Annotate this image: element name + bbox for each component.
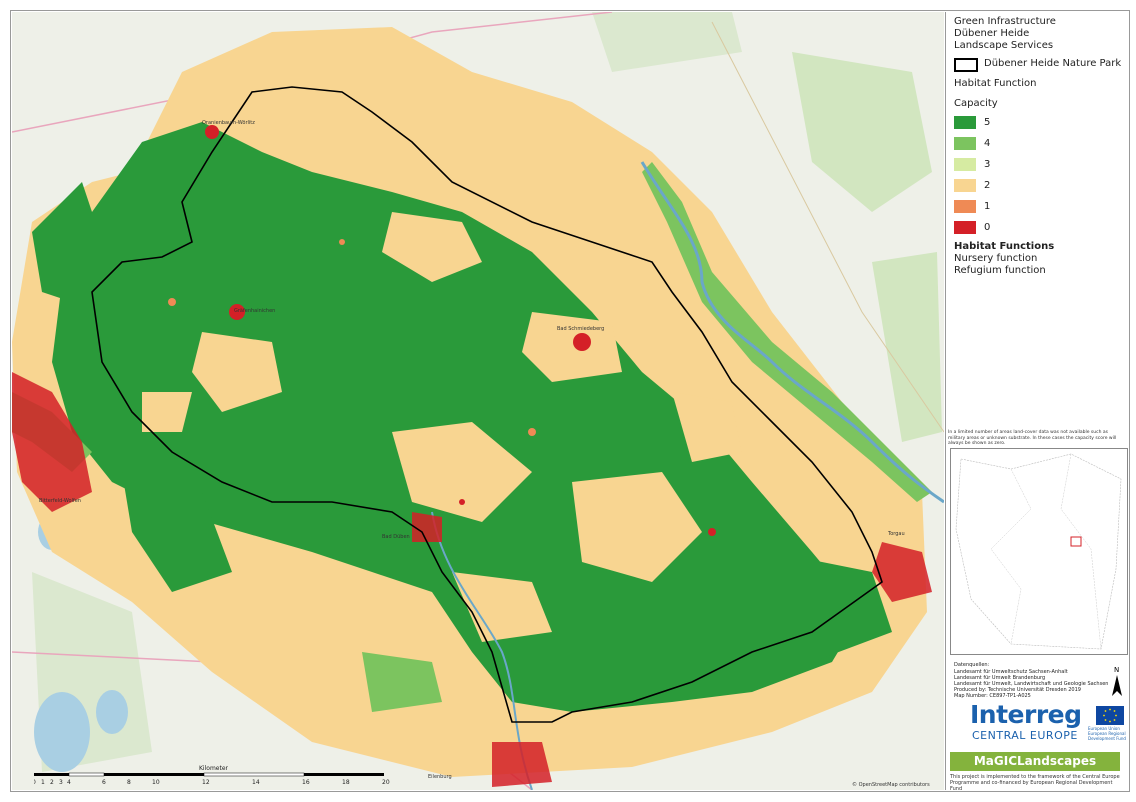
north-arrow-icon: N — [1110, 664, 1124, 698]
habitat-map: Oranienbaum-Wörlitz Gräfenhainichen Bad … — [12, 12, 944, 790]
capacity-0-patch — [459, 499, 465, 505]
state-borders — [1060, 453, 1102, 650]
place-label: Torgau — [887, 531, 905, 537]
place-label: Oranienbaum-Wörlitz — [202, 120, 255, 126]
north-arrow-shape — [1112, 675, 1122, 696]
lake — [34, 692, 90, 772]
germany-outline — [955, 453, 1122, 650]
study-area-marker — [1070, 536, 1082, 547]
scale-tick-label: 2 — [50, 779, 54, 786]
locator-inset-map — [950, 448, 1128, 655]
swatch — [954, 137, 976, 150]
legend-panel: Green Infrastructure Dübener Heide Lands… — [945, 12, 1129, 792]
legend-title-line: Landscape Services — [954, 40, 1054, 51]
place-label: Bad Schmiedeberg — [557, 326, 604, 332]
urban-bad-dueben — [412, 512, 442, 542]
eu-fund-text: European Union European Regional Develop… — [1088, 726, 1126, 741]
urban-bad-schmiedeberg — [573, 333, 591, 351]
scale-tick-label: 0 — [34, 779, 36, 786]
legend-item-label: 0 — [984, 222, 991, 233]
function-label: Habitat Function — [954, 78, 1037, 89]
legend-title-line: Green Infrastructure — [954, 16, 1056, 27]
capacity-1-patch — [168, 298, 176, 306]
scale-tick-label: 12 — [202, 779, 210, 786]
scale-tick-label: 18 — [342, 779, 350, 786]
capacity-1-patch — [528, 428, 536, 436]
boundary-swatch — [954, 58, 978, 72]
legend-item-label: 3 — [984, 159, 991, 170]
map-attribution: © OpenStreetMap contributors — [852, 781, 930, 788]
interreg-logo: Interreg — [970, 700, 1082, 729]
swatch — [954, 116, 976, 129]
place-label: Bad Düben — [382, 534, 410, 540]
swatch — [954, 158, 976, 171]
scale-unit: Kilometer — [199, 765, 229, 772]
scale-tick-label: 1 — [41, 779, 45, 786]
legend-item-label: 1 — [984, 201, 991, 212]
scale-bar: Kilometer 0123468101214161820 — [34, 764, 404, 790]
urban-woerlitz — [205, 125, 219, 139]
scale-tick-label: 4 — [67, 779, 71, 786]
legend-item-label: 2 — [984, 180, 991, 191]
place-label: Eilenburg — [428, 774, 452, 780]
source-line: Map Number: CE897-TP1-A025 — [954, 693, 1031, 699]
scale-tick-label: 3 — [59, 779, 63, 786]
north-label: N — [1114, 666, 1119, 674]
boundary-label: Dübener Heide Nature Park — [984, 58, 1122, 69]
state-borders — [990, 468, 1032, 645]
swatch — [954, 179, 976, 192]
data-gap-note: In a limited number of areas land-cover … — [948, 430, 1117, 446]
scale-tick-label: 6 — [102, 779, 106, 786]
capacity-label: Capacity — [954, 98, 998, 109]
project-footer-note: This project is implemented to the frame… — [950, 774, 1120, 792]
map-canvas[interactable]: Oranienbaum-Wörlitz Gräfenhainichen Bad … — [12, 12, 944, 790]
functions-heading: Habitat Functions — [954, 241, 1055, 252]
lake — [96, 690, 128, 734]
scale-tick-label: 10 — [152, 779, 160, 786]
swatch — [954, 200, 976, 213]
function-item: Nursery function — [954, 253, 1038, 264]
urban-eilenburg — [492, 742, 552, 787]
swatch — [954, 221, 976, 234]
place-label: Bitterfeld-Wolfen — [39, 498, 81, 504]
scale-tick-label: 8 — [127, 779, 131, 786]
capacity-0-patch — [708, 528, 716, 536]
scale-tick-label: 20 — [382, 779, 390, 786]
legend-item-label: 5 — [984, 117, 991, 128]
function-item: Refugium function — [954, 265, 1046, 276]
place-label: Gräfenhainichen — [234, 308, 275, 314]
legend-item-label: 4 — [984, 138, 991, 149]
scale-tick-label: 14 — [252, 779, 260, 786]
central-europe-label: CENTRAL EUROPE — [972, 729, 1078, 742]
scale-tick-label: 16 — [302, 779, 310, 786]
capacity-1-patch — [339, 239, 345, 245]
sources-heading: Datenquellen: — [954, 662, 990, 668]
legend-title-line: Dübener Heide — [954, 28, 1030, 39]
eu-flag-icon — [1096, 706, 1124, 725]
magiclandscapes-banner: MaGICLandscapes — [950, 752, 1120, 771]
